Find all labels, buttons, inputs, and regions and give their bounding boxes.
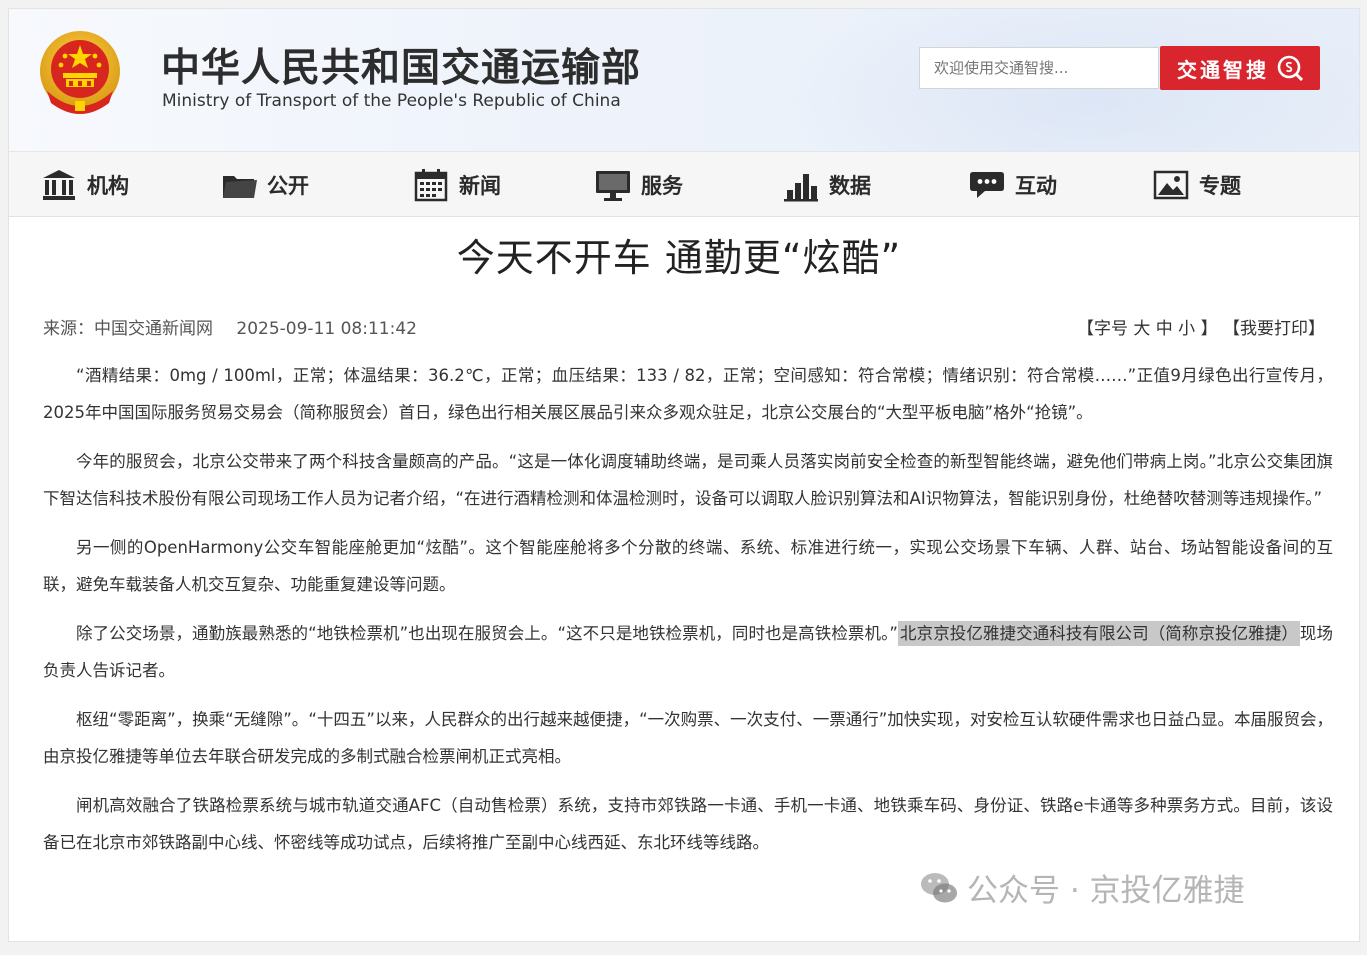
- nav-label-news: 新闻: [459, 174, 501, 198]
- paragraph-4: 除了公交场景，通勤族最熟悉的“地铁检票机”也出现在服贸会上。“这不只是地铁检票机…: [43, 615, 1333, 689]
- wechat-icon: [921, 872, 957, 902]
- paragraph-5: 枢纽“零距离”，换乘“无缝隙”。“十四五”以来，人民群众的出行越来越便捷，“一次…: [43, 710, 1333, 766]
- article-source: 来源：中国交通新闻网: [43, 319, 213, 339]
- article-meta: 来源：中国交通新闻网 2025-09-11 08:11:42: [43, 314, 435, 339]
- picture-icon: [1153, 170, 1189, 200]
- bar-chart-icon: [784, 174, 818, 202]
- national-emblem-icon[interactable]: [37, 29, 123, 119]
- folder-icon: [223, 176, 257, 198]
- search-button-label: 交通智搜: [1177, 59, 1269, 82]
- article-tools: 【字号 大 中 小 】 【我要打印】: [1077, 314, 1325, 339]
- print-link[interactable]: 【我要打印】: [1223, 319, 1325, 339]
- nav-item-public[interactable]: 公开: [221, 152, 309, 218]
- nav-item-data[interactable]: 数据: [783, 152, 871, 218]
- building-icon: [43, 170, 75, 200]
- nav-label-public: 公开: [267, 174, 309, 198]
- paragraph-2: 今年的服贸会，北京公交带来了两个科技含量颇高的产品。“这是一体化调度辅助终端，是…: [43, 452, 1333, 508]
- nav-item-institutions[interactable]: 机构: [41, 152, 129, 218]
- nav-label-interaction: 互动: [1015, 174, 1057, 198]
- font-size-tool[interactable]: 【字号 大 中 小 】: [1077, 319, 1218, 339]
- nav-label-topics: 专题: [1199, 174, 1241, 198]
- chat-bubble-icon: [970, 172, 1004, 198]
- article-title: 今天不开车 通勤更“炫酷”: [456, 236, 902, 280]
- article-body: “酒精结果：0mg / 100ml，正常；体温结果：36.2℃，正常；血压结果：…: [43, 357, 1333, 873]
- paragraph-4-text-a: 除了公交场景，通勤族最熟悉的“地铁检票机”也出现在服贸会上。“这不只是地铁检票机…: [76, 624, 898, 643]
- nav-label-services: 服务: [641, 174, 683, 198]
- main-nav: 机构 公开 新闻 服务 数据 互动 专题: [9, 151, 1359, 218]
- search-button[interactable]: 交通智搜: [1160, 46, 1320, 90]
- nav-label-institutions: 机构: [87, 174, 129, 198]
- site-title: 中华人民共和国交通运输部: [161, 46, 642, 91]
- nav-label-data: 数据: [829, 174, 871, 198]
- article-datetime: 2025-09-11 08:11:42: [236, 319, 417, 339]
- paragraph-1: “酒精结果：0mg / 100ml，正常；体温结果：36.2℃，正常；血压结果：…: [43, 366, 1333, 422]
- calendar-icon: [414, 169, 448, 202]
- page-frame: 中华人民共和国交通运输部 Ministry of Transport of th…: [8, 8, 1360, 942]
- paragraph-6: 闸机高效融合了铁路检票系统与城市轨道交通AFC（自动售检票）系统，支持市郊铁路一…: [43, 796, 1333, 852]
- nav-item-services[interactable]: 服务: [595, 152, 683, 218]
- highlighted-company-name: 北京京投亿雅捷交通科技有限公司（简称京投亿雅捷）: [897, 621, 1300, 646]
- paragraph-3: 另一侧的OpenHarmony公交车智能座舱更加“炫酷”。这个智能座舱将多个分散…: [43, 538, 1333, 594]
- monitor-icon: [596, 171, 630, 201]
- site-subtitle-en: Ministry of Transport of the People's Re…: [162, 91, 621, 111]
- search-icon: [1277, 55, 1303, 81]
- nav-item-news[interactable]: 新闻: [413, 152, 501, 218]
- nav-item-topics[interactable]: 专题: [1153, 152, 1241, 218]
- nav-item-interaction[interactable]: 互动: [969, 152, 1057, 218]
- search-input[interactable]: [919, 47, 1159, 89]
- site-header: 中华人民共和国交通运输部 Ministry of Transport of th…: [9, 9, 1359, 151]
